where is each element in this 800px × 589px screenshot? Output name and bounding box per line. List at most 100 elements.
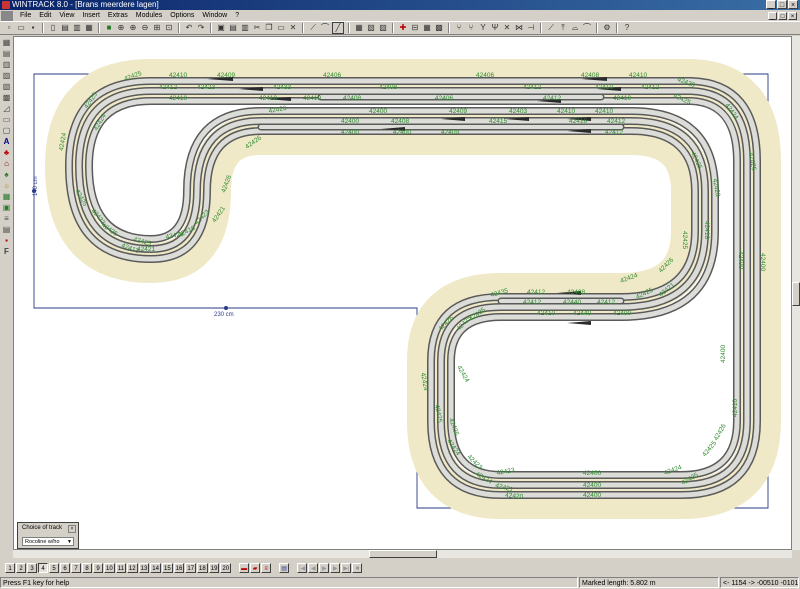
layer-button-3[interactable]: 3: [27, 562, 37, 573]
terrain-icon[interactable]: ▦: [2, 192, 12, 202]
train-stripe-icon[interactable]: ≡: [261, 562, 272, 573]
layer-button-10[interactable]: 10: [104, 562, 115, 573]
track-tool-icon[interactable]: ⟋: [308, 23, 318, 33]
snap-icon[interactable]: ▩: [434, 23, 444, 33]
bumper-icon[interactable]: ⊣: [526, 23, 536, 33]
page-setup-icon[interactable]: ▥: [72, 23, 82, 33]
layer-button-11[interactable]: 11: [115, 562, 126, 573]
delete-icon[interactable]: ✕: [288, 23, 298, 33]
layer-button-17[interactable]: 17: [185, 562, 197, 573]
prev-page-icon[interactable]: ◀: [308, 562, 319, 573]
first-page-icon[interactable]: |◀: [297, 562, 308, 573]
horizontal-scrollbar[interactable]: [13, 550, 792, 558]
zoom-in-icon[interactable]: ⊕: [128, 23, 138, 33]
open-icon[interactable]: ▭: [16, 23, 26, 33]
new-icon[interactable]: ▫: [4, 23, 14, 33]
play-icon[interactable]: ▶: [319, 562, 330, 573]
signal-icon[interactable]: ♣: [2, 148, 12, 158]
document-icon[interactable]: [1, 10, 13, 21]
vertical-scrollbar[interactable]: [792, 36, 800, 550]
zoom-fit-icon[interactable]: ⊕: [116, 23, 126, 33]
ungroup-icon[interactable]: ▧: [366, 23, 376, 33]
insert-block-icon[interactable]: ▥: [240, 23, 250, 33]
wall-icon[interactable]: ▤: [2, 225, 12, 235]
crossing-track-icon[interactable]: ▩: [2, 93, 12, 103]
menu-insert[interactable]: Insert: [78, 12, 104, 19]
print-layer-icon[interactable]: ▤: [279, 562, 290, 573]
switch-y-icon[interactable]: Y: [478, 23, 488, 33]
settings-icon[interactable]: ⚙: [602, 23, 612, 33]
height-icon[interactable]: ⤒: [558, 23, 568, 33]
grid-icon[interactable]: ▦: [422, 23, 432, 33]
drawing-canvas[interactable]: 440 cm 140 cm 230 cm 280 cm 42410 42409 …: [13, 36, 792, 550]
box-icon[interactable]: ▢: [2, 126, 12, 136]
print-preview-icon[interactable]: ▯: [48, 23, 58, 33]
layer-button-15[interactable]: 15: [161, 562, 173, 573]
straight-tool-icon[interactable]: ▤: [2, 49, 12, 59]
chevron-down-icon[interactable]: ▼: [67, 538, 72, 546]
save-icon[interactable]: ▪: [28, 23, 38, 33]
layer-button-4[interactable]: 4: [38, 562, 48, 573]
zoom-all-icon[interactable]: ⊡: [164, 23, 174, 33]
train-red-icon[interactable]: ▰: [250, 562, 261, 573]
table-icon[interactable]: ▭: [2, 115, 12, 125]
flex-track-icon[interactable]: ▨: [2, 71, 12, 81]
scenery-icon[interactable]: ☼: [2, 181, 12, 191]
layer-button-16[interactable]: 16: [173, 562, 185, 573]
zoom-window-icon[interactable]: ⊞: [152, 23, 162, 33]
layers-icon[interactable]: ■: [104, 23, 114, 33]
connect-icon[interactable]: ✚: [398, 23, 408, 33]
line-tool-icon[interactable]: ╱: [332, 22, 344, 34]
layer-button-8[interactable]: 8: [82, 562, 92, 573]
track-system-select[interactable]: Rocoline w/ho ▼: [22, 537, 74, 546]
menu-view[interactable]: View: [55, 12, 78, 19]
switch-three-way-icon[interactable]: Ψ: [490, 23, 500, 33]
train-icon[interactable]: ▬: [239, 562, 250, 573]
menu-window[interactable]: Window: [198, 12, 231, 19]
undo-icon[interactable]: ↶: [184, 23, 194, 33]
layer-button-9[interactable]: 9: [93, 562, 103, 573]
paste-special-icon[interactable]: ▦: [84, 23, 94, 33]
curve-tool-icon[interactable]: ⌒: [320, 23, 330, 33]
layer-button-12[interactable]: 12: [126, 562, 138, 573]
bridge-icon[interactable]: ⌒: [582, 23, 592, 33]
block-icon[interactable]: ▨: [378, 23, 388, 33]
group-icon[interactable]: ▦: [354, 23, 364, 33]
help-icon[interactable]: ?: [622, 23, 632, 33]
menu-edit[interactable]: Edit: [35, 12, 55, 19]
vertical-scroll-thumb[interactable]: [792, 282, 800, 306]
doc-close-button[interactable]: ×: [788, 11, 797, 20]
last-page-icon[interactable]: ▶|: [341, 562, 352, 573]
insert-row-icon[interactable]: ▤: [228, 23, 238, 33]
align-icon[interactable]: ⊟: [410, 23, 420, 33]
close-icon[interactable]: ×: [68, 525, 76, 533]
select-tool-icon[interactable]: ▦: [2, 38, 12, 48]
stop-icon[interactable]: ■: [352, 562, 363, 573]
ramp-icon[interactable]: ◿: [2, 104, 12, 114]
paste-icon[interactable]: ▭: [276, 23, 286, 33]
switch-track-icon[interactable]: ▧: [2, 82, 12, 92]
layer-button-18[interactable]: 18: [197, 562, 208, 573]
menu-help[interactable]: ?: [231, 12, 243, 19]
layer-button-5[interactable]: 5: [49, 562, 59, 573]
switch-left-icon[interactable]: ⑂: [454, 23, 464, 33]
track-plan[interactable]: 440 cm 140 cm 230 cm 280 cm 42410 42409 …: [14, 37, 792, 550]
maximize-button[interactable]: □: [777, 0, 787, 9]
menu-options[interactable]: Options: [166, 12, 198, 19]
doc-restore-button[interactable]: □: [778, 11, 787, 20]
slope-icon[interactable]: ⟋: [546, 23, 556, 33]
house-icon[interactable]: ⌂: [2, 159, 12, 169]
layer-button-2[interactable]: 2: [16, 562, 26, 573]
layer-button-1[interactable]: 1: [5, 562, 15, 573]
menu-extras[interactable]: Extras: [104, 12, 132, 19]
cut-icon[interactable]: ✂: [252, 23, 262, 33]
crossing-icon[interactable]: ✕: [502, 23, 512, 33]
minimize-button[interactable]: _: [766, 0, 776, 9]
format-icon[interactable]: F: [2, 247, 12, 257]
photo-icon[interactable]: ▣: [2, 203, 12, 213]
menu-file[interactable]: File: [16, 12, 35, 19]
redo-icon[interactable]: ↷: [196, 23, 206, 33]
zoom-out-icon[interactable]: ⊖: [140, 23, 150, 33]
print-icon[interactable]: ▤: [60, 23, 70, 33]
layer-button-14[interactable]: 14: [150, 562, 161, 573]
